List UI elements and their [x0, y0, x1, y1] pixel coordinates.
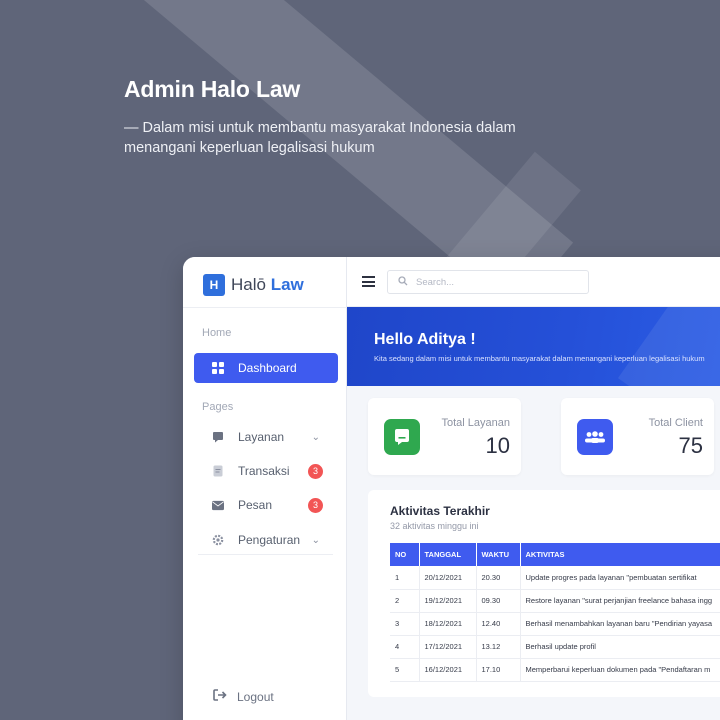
cell-no: 2 [390, 589, 420, 613]
logo-text-plain: Halō [231, 275, 266, 294]
column-header[interactable]: NO [390, 543, 420, 566]
logo-text-bold: Law [270, 275, 304, 294]
divider [198, 554, 333, 555]
grid-icon [212, 362, 224, 374]
cell-activity: Restore layanan "surat perjanjian freela… [520, 589, 720, 613]
sidebar-item-dashboard[interactable]: Dashboard [194, 353, 338, 383]
activity-subtitle: 32 aktivitas minggu ini [390, 521, 479, 531]
cell-time: 09.30 [476, 589, 521, 613]
menu-icon[interactable] [362, 276, 375, 287]
cell-activity: Berhasil update profil [520, 635, 720, 659]
sidebar-item-label: Transaksi [238, 464, 290, 478]
cell-date: 17/12/2021 [419, 635, 477, 659]
activity-table: NO TANGGAL WAKTU AKTIVITAS 1 20/12/2021 … [390, 543, 720, 682]
stat-card-layanan[interactable]: Total Layanan 10 [368, 398, 521, 475]
table-header-row: NO TANGGAL WAKTU AKTIVITAS [390, 543, 720, 566]
search-icon [398, 273, 408, 291]
sidebar: H Halō Law Home Dashboard Pages Layanan … [183, 257, 347, 720]
cell-no: 3 [390, 612, 420, 636]
table-row[interactable]: 4 17/12/2021 13.12 Berhasil update profi… [390, 635, 720, 659]
logout-icon [213, 689, 227, 704]
activity-panel: Aktivitas Terakhir 32 aktivitas minggu i… [368, 490, 720, 697]
cell-no: 5 [390, 658, 420, 682]
banner-subtitle: Kita sedang dalam misi untuk membantu ma… [374, 354, 705, 363]
cell-time: 13.12 [476, 635, 521, 659]
search-input[interactable] [416, 276, 576, 288]
section-label-home: Home [202, 327, 232, 339]
cell-time: 12.40 [476, 612, 521, 636]
stat-label: Total Client [648, 417, 703, 429]
banner-decoration [617, 307, 720, 386]
cell-activity: Berhasil menambahkan layanan baru "Pendi… [520, 612, 720, 636]
cell-no: 4 [390, 635, 420, 659]
sidebar-item-pesan[interactable]: Pesan 3 [194, 490, 338, 520]
divider [183, 307, 347, 308]
users-icon [577, 419, 613, 455]
logo-mark: H [203, 274, 225, 296]
table-row[interactable]: 2 19/12/2021 09.30 Restore layanan "sura… [390, 589, 720, 613]
logo-text: Halō Law [231, 275, 304, 295]
sidebar-item-layanan[interactable]: Layanan ⌄ [194, 422, 338, 452]
chat-icon [212, 431, 224, 443]
cell-no: 1 [390, 566, 420, 590]
chat-icon [384, 419, 420, 455]
logout-button[interactable]: Logout [213, 689, 274, 704]
cell-activity: Update progres pada layanan "pembuatan s… [520, 566, 720, 590]
logo[interactable]: H Halō Law [203, 274, 304, 296]
chevron-down-icon[interactable]: ⌄ [312, 535, 320, 546]
cell-date: 18/12/2021 [419, 612, 477, 636]
sidebar-item-pengaturan[interactable]: Pengaturan ⌄ [194, 525, 338, 555]
stat-label: Total Layanan [441, 417, 511, 429]
notification-badge: 3 [308, 463, 323, 479]
welcome-banner: Hello Aditya ! Kita sedang dalam misi un… [347, 307, 720, 386]
cell-date: 20/12/2021 [419, 566, 477, 590]
cell-activity: Memperbarui keperluan dokumen pada "Pend… [520, 658, 720, 682]
table-row[interactable]: 5 16/12/2021 17.10 Memperbarui keperluan… [390, 658, 720, 682]
hero-title: Admin Halo Law [124, 76, 301, 102]
sidebar-item-transaksi[interactable]: Transaksi 3 [194, 456, 338, 486]
sidebar-item-label: Pengaturan [238, 533, 301, 547]
stat-value: 75 [678, 433, 703, 458]
notification-badge: 3 [308, 497, 323, 513]
cell-time: 20.30 [476, 566, 521, 590]
gear-icon [212, 534, 224, 546]
section-label-pages: Pages [202, 401, 234, 413]
column-header[interactable]: WAKTU [476, 543, 521, 566]
stat-card-client[interactable]: Total Client 75 [561, 398, 714, 475]
sidebar-item-label: Dashboard [238, 361, 297, 375]
topbar [347, 257, 720, 307]
banner-title: Hello Aditya ! [374, 331, 476, 348]
column-header[interactable]: TANGGAL [419, 543, 477, 566]
logout-label: Logout [237, 689, 274, 704]
sidebar-item-label: Layanan [238, 430, 285, 444]
cell-date: 16/12/2021 [419, 658, 477, 682]
cell-time: 17.10 [476, 658, 521, 682]
activity-title: Aktivitas Terakhir [390, 504, 490, 518]
search-box[interactable] [387, 270, 589, 294]
table-row[interactable]: 1 20/12/2021 20.30 Update progres pada l… [390, 566, 720, 590]
table-row[interactable]: 3 18/12/2021 12.40 Berhasil menambahkan … [390, 612, 720, 636]
sidebar-item-label: Pesan [238, 498, 273, 512]
cell-date: 19/12/2021 [419, 589, 477, 613]
document-icon [212, 465, 224, 477]
dashboard-window: H Halō Law Home Dashboard Pages Layanan … [183, 257, 720, 720]
stat-value: 10 [485, 433, 510, 458]
hero-subtitle: — Dalam misi untuk membantu masyarakat I… [124, 120, 516, 156]
column-header[interactable]: AKTIVITAS [520, 543, 720, 566]
chevron-down-icon[interactable]: ⌄ [312, 432, 320, 443]
mail-icon [212, 499, 224, 511]
